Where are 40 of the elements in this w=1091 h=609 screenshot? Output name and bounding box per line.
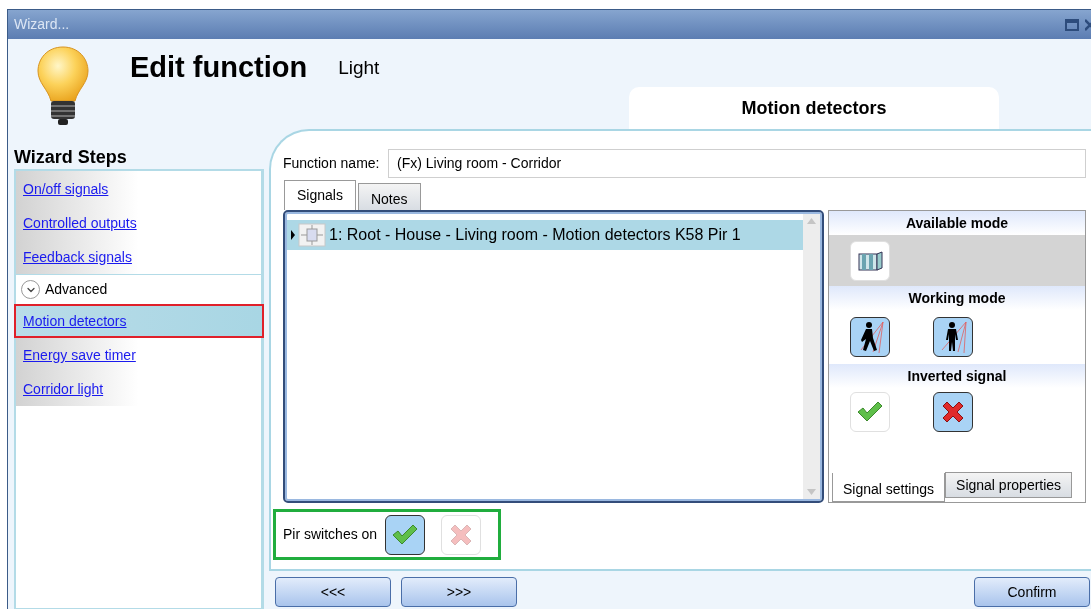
maximize-icon[interactable] xyxy=(1065,18,1079,31)
section-header: Inverted signal xyxy=(829,364,1085,388)
wizard-step[interactable]: Corridor light xyxy=(16,372,261,406)
function-type: Light xyxy=(338,56,380,80)
light-bulb-icon xyxy=(35,45,91,127)
step-tab-title: Motion detectors xyxy=(741,96,887,120)
signal-row[interactable]: 1: Root - House - Living room - Motion detectors K58 Pir 1 xyxy=(287,220,803,250)
section-header: Working mode xyxy=(829,286,1085,310)
next-button[interactable]: >>> xyxy=(401,577,517,607)
tab[interactable]: Signal properties xyxy=(945,472,1073,498)
tab[interactable]: Notes xyxy=(357,183,421,210)
wizard-steps-title: Wizard Steps xyxy=(14,146,128,169)
advanced-label: Advanced xyxy=(45,280,108,299)
wizard-step[interactable]: Feedback signals xyxy=(16,240,261,274)
function-name-field[interactable]: (Fx) Living room - Corridor xyxy=(388,149,1086,178)
confirm-button[interactable]: Confirm xyxy=(974,577,1090,607)
close-icon[interactable] xyxy=(1085,18,1091,31)
tab[interactable]: Signal settings xyxy=(832,473,946,502)
signal-label: 1: Root - House - Living room - Motion detectors K58 Pir 1 xyxy=(329,225,741,245)
wizard-step[interactable]: Controlled outputs xyxy=(16,206,261,240)
option-button[interactable] xyxy=(933,317,973,357)
section-header: Available mode xyxy=(829,211,1085,235)
option-button[interactable] xyxy=(385,514,426,555)
wizard-step[interactable]: Motion detectors xyxy=(14,304,264,338)
expander-icon[interactable] xyxy=(291,230,295,240)
check-icon xyxy=(856,400,884,424)
option-button[interactable] xyxy=(933,392,973,432)
function-name-label: Function name: xyxy=(283,154,381,173)
page-title: Edit function xyxy=(130,50,308,85)
tab[interactable]: Signals xyxy=(284,180,356,210)
pir-switches-label: Pir switches on xyxy=(283,525,378,544)
expand-toggle[interactable] xyxy=(21,280,40,299)
node-icon xyxy=(298,223,326,247)
option-button[interactable] xyxy=(850,317,890,357)
wizard-step[interactable]: Energy save timer xyxy=(16,338,261,372)
check-icon xyxy=(391,522,420,547)
back-button[interactable]: <<< xyxy=(275,577,391,607)
panel-icon xyxy=(857,249,883,272)
window-title: Wizard... xyxy=(14,15,71,34)
wizard-step[interactable]: On/off signals xyxy=(16,172,261,206)
